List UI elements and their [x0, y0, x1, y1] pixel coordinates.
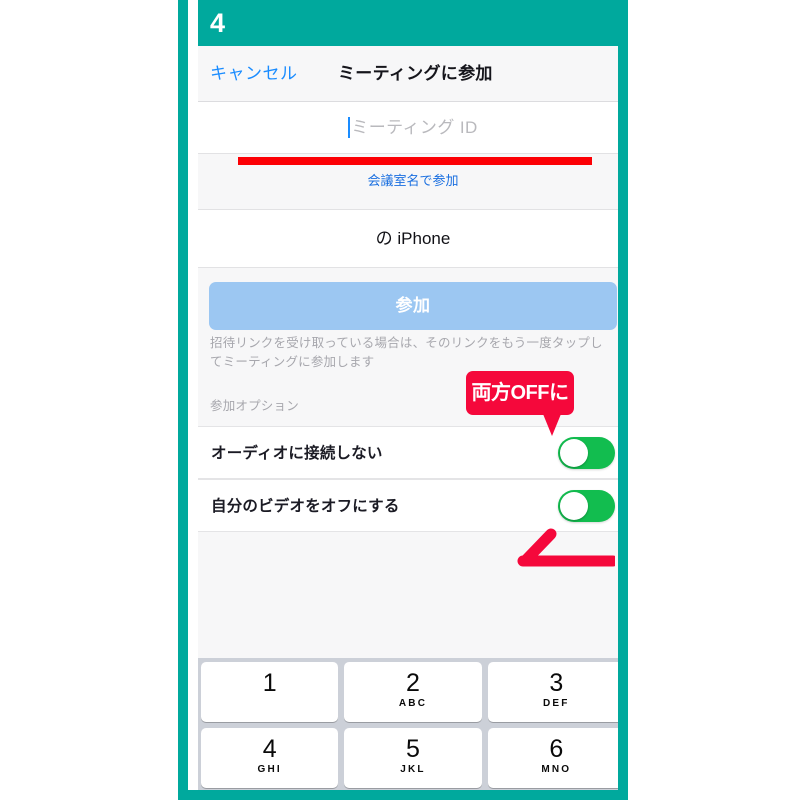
keypad-key-9[interactable]: 9 WXYZ — [488, 794, 625, 800]
join-button[interactable]: 参加 — [209, 282, 617, 330]
device-name-row[interactable]: の iPhone — [198, 210, 618, 268]
join-options-header: 参加オプション — [210, 399, 299, 413]
navigation-bar: キャンセル ミーティングに参加 — [198, 46, 618, 102]
device-name-value: の iPhone — [375, 229, 451, 248]
keypad-row: 4 GHI 5 JKL 6 MNO — [198, 728, 618, 788]
toggle-no-video[interactable] — [558, 490, 615, 522]
join-button-label: 参加 — [395, 296, 431, 315]
key-letters: GHI — [257, 764, 282, 775]
option-row-no-audio[interactable]: オーディオに接続しない — [198, 426, 618, 479]
meeting-id-field[interactable]: ミーティング ID — [198, 102, 618, 154]
keypad-key-7[interactable]: 7 PQRS — [201, 794, 338, 800]
redaction-bar — [238, 157, 592, 165]
step-band: 4 — [198, 0, 618, 46]
keypad-row: 7 PQRS 8 TUV 9 WXYZ — [198, 794, 628, 800]
numeric-keypad[interactable]: 1 2 ABC 3 DEF 4 GHI 5 JKL 6 MNO — [198, 658, 628, 800]
key-digit: 4 — [262, 735, 277, 763]
page-title: ミーティングに参加 — [338, 64, 493, 83]
join-by-room-name-link[interactable]: 会議室名で参加 — [198, 172, 618, 190]
keypad-key-3[interactable]: 3 DEF — [487, 662, 618, 722]
keypad-key-4[interactable]: 4 GHI — [201, 728, 339, 788]
option-label: 自分のビデオをオフにする — [211, 498, 400, 515]
key-letters: DEF — [543, 698, 570, 709]
key-letters: JKL — [400, 764, 426, 775]
step-number: 4 — [210, 8, 226, 38]
annotation-callout: 両方OFFに — [466, 371, 574, 415]
toggle-knob — [560, 492, 588, 520]
key-letters: MNO — [541, 764, 572, 775]
key-digit: 3 — [549, 669, 564, 697]
text-cursor — [348, 117, 351, 138]
join-hint-text: 招待リンクを受け取っている場合は、そのリンクをもう一度タップしてミーティングに参… — [210, 336, 603, 369]
keypad-row: 1 2 ABC 3 DEF — [198, 662, 618, 722]
key-digit: 1 — [262, 669, 277, 697]
screenshot-root: 4 キャンセル ミーティングに参加 ミーティング ID 会議室名で参加 の iP… — [0, 0, 800, 800]
keypad-key-1[interactable]: 1 — [201, 662, 339, 722]
cancel-button[interactable]: キャンセル — [210, 63, 298, 85]
option-row-no-video[interactable]: 自分のビデオをオフにする — [198, 479, 618, 532]
annotation-callout-tail — [543, 414, 561, 436]
annotation-arrow-icon — [517, 528, 615, 567]
option-label: オーディオに接続しない — [211, 445, 383, 462]
key-letters: ABC — [398, 698, 428, 709]
meeting-id-placeholder: ミーティング ID — [351, 117, 478, 137]
keypad-key-5[interactable]: 5 JKL — [344, 728, 482, 788]
keypad-key-8[interactable]: 8 TUV — [344, 794, 481, 800]
key-digit: 5 — [406, 735, 420, 763]
key-digit: 6 — [549, 735, 564, 763]
keypad-key-2[interactable]: 2 ABC — [344, 662, 482, 722]
toggle-knob — [560, 439, 588, 467]
key-digit: 2 — [406, 669, 420, 697]
meeting-id-inner: ミーティング ID — [198, 102, 618, 153]
keypad-key-6[interactable]: 6 MNO — [487, 728, 618, 788]
annotation-callout-text: 両方OFFに — [471, 382, 570, 404]
toggle-no-audio[interactable] — [558, 437, 615, 469]
